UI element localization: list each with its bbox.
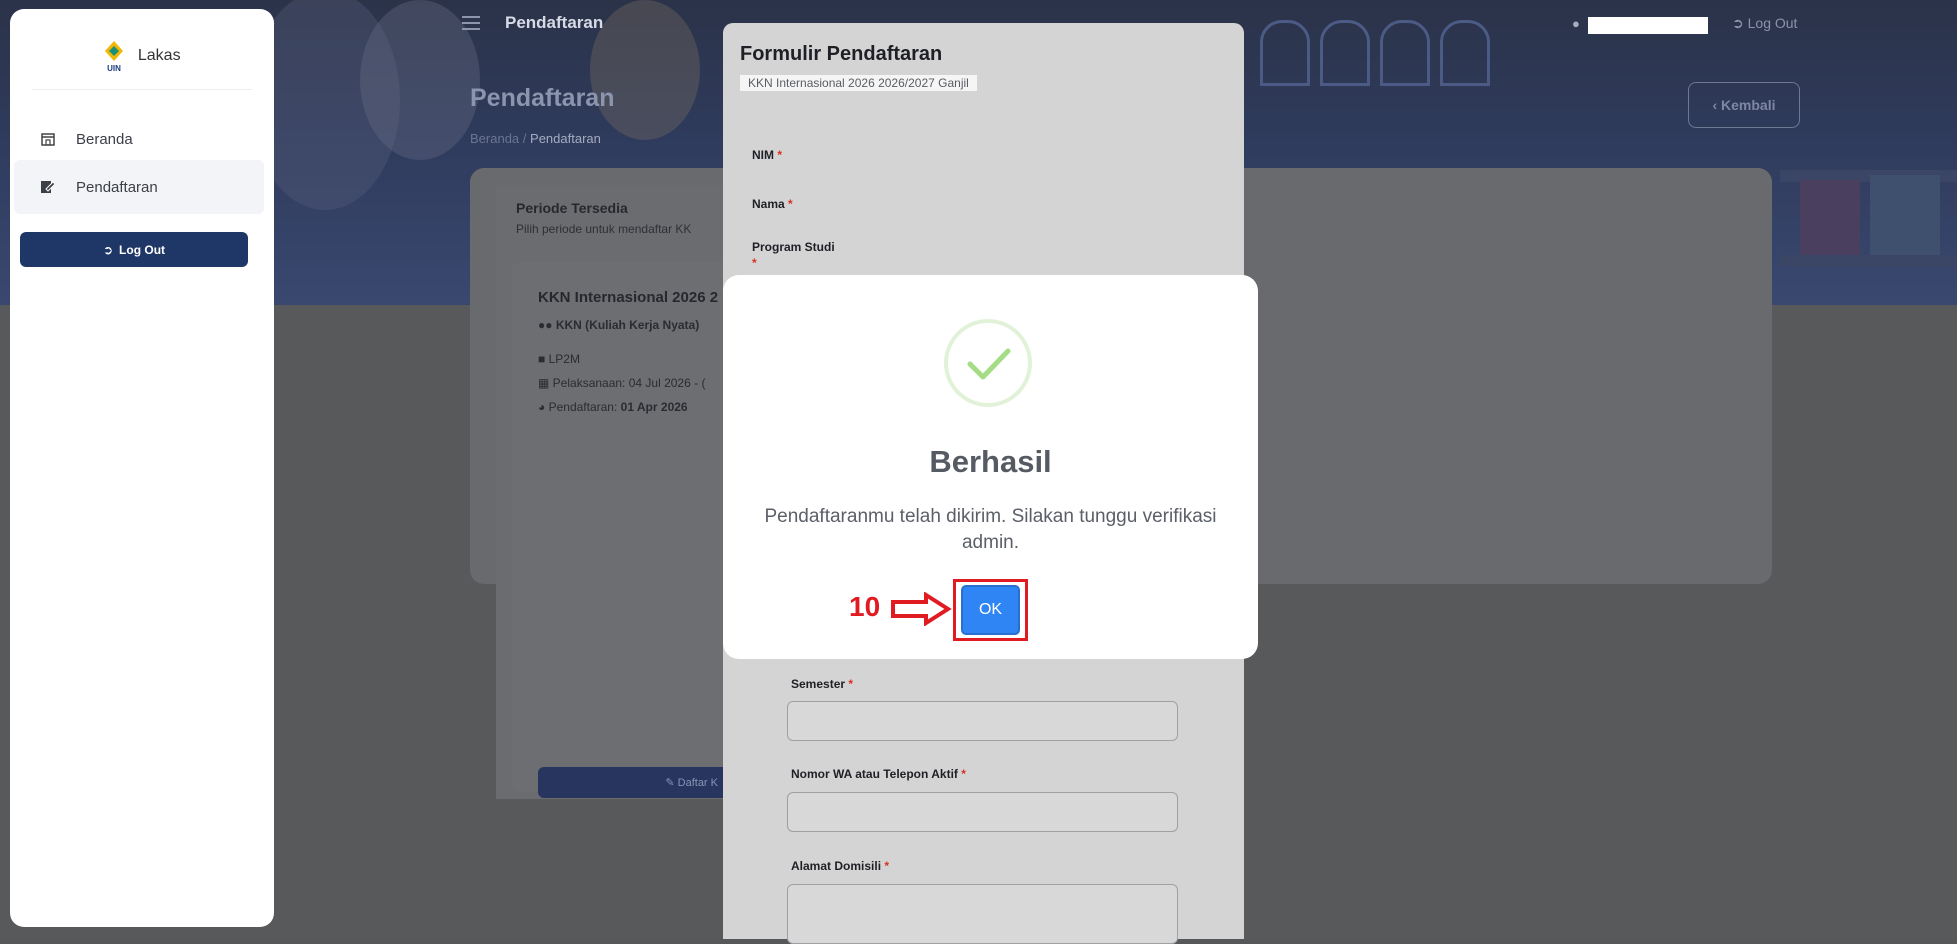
required-mark: * [752, 256, 757, 270]
hero-window-arch [1260, 20, 1310, 86]
kkn-period-item[interactable] [512, 262, 726, 792]
edit-form-icon [38, 177, 58, 197]
nama-label-text: Nama [752, 197, 785, 211]
breadcrumb-home[interactable]: Beranda [470, 131, 519, 146]
kkn-type-label: KKN (Kuliah Kerja Nyata) [555, 318, 700, 332]
kkn-organizer: ■ LP2M [538, 352, 726, 366]
topbar-title: Pendaftaran [505, 13, 604, 32]
logout-icon: ➲ [1732, 15, 1744, 31]
required-mark: * [777, 148, 783, 162]
kkn-execution-label: Pelaksanaan: 04 Jul 2026 - ( [552, 376, 706, 390]
sidebar-divider [32, 89, 252, 90]
kkn-period-name: KKN Internasional 2026 2 [538, 289, 719, 306]
phone-label: Nomor WA atau Telepon Aktif * [791, 767, 966, 781]
form-title: Formulir Pendaftaran [740, 43, 943, 65]
address-label: Alamat Domisili * [791, 859, 889, 873]
success-title: Berhasil [929, 444, 1052, 479]
address-textarea[interactable] [787, 884, 1178, 944]
hero-window-arch [1320, 20, 1370, 86]
hero-shelf [1780, 255, 1957, 267]
semester-label: Semester * [791, 677, 853, 691]
users-icon: ●● [538, 318, 556, 332]
brand[interactable]: UIN Lakas [10, 39, 274, 73]
sidebar-item-beranda[interactable]: Beranda [14, 112, 264, 166]
nim-label-text: NIM [752, 148, 774, 162]
clock-icon: ◕ [538, 400, 549, 414]
semester-label-text: Semester [791, 677, 846, 691]
register-button[interactable]: ✎ Daftar K [538, 767, 726, 798]
hero-illustration-figure [590, 0, 700, 140]
hero-books [1800, 180, 1860, 255]
topbar-logout-link[interactable]: ➲ Log Out [1732, 15, 1797, 32]
hero-window-arch [1380, 20, 1430, 86]
uin-logo-text: UIN [108, 64, 122, 73]
kkn-registration-prefix: Pendaftaran: [548, 400, 621, 414]
required-mark: * [848, 677, 854, 691]
address-label-text: Alamat Domisili [791, 859, 882, 873]
period-title: Periode Tersedia [516, 200, 628, 216]
nim-label: NIM * [752, 148, 782, 162]
page-title: Pendaftaran [470, 84, 615, 112]
nama-label: Nama * [752, 197, 793, 211]
semester-input[interactable] [787, 701, 1178, 741]
form-subtitle: KKN Internasional 2026 2026/2027 Ganjil [740, 75, 977, 91]
user-icon: ● [1572, 16, 1580, 31]
hamburger-menu-icon[interactable] [462, 16, 480, 34]
pencil-icon: ✎ [665, 777, 678, 789]
brand-name: Lakas [137, 47, 181, 64]
annotation-step-number: 10 [849, 591, 881, 622]
success-message: Pendaftaranmu telah dikirim. Silakan tun… [764, 506, 1217, 553]
register-button-label: Daftar K [677, 776, 718, 789]
prodi-label: Program Studi [752, 240, 835, 254]
back-button[interactable]: ‹ Kembali [1688, 82, 1800, 128]
kkn-organizer-label: LP2M [548, 352, 580, 366]
kkn-type: ●● KKN (Kuliah Kerja Nyata) [538, 318, 726, 332]
breadcrumb-current: Pendaftaran [530, 131, 601, 146]
logout-icon: ➲ [102, 242, 114, 257]
kkn-registration-date: ◕ Pendaftaran: 01 Apr 2026 [538, 400, 726, 414]
sidebar-logout-label: Log Out [119, 242, 166, 257]
hero-window-arch [1440, 20, 1490, 86]
sidebar-item-label: Beranda [76, 130, 133, 148]
hero-books [1870, 175, 1940, 255]
sidebar-item-pendaftaran[interactable]: Pendaftaran [14, 160, 264, 214]
success-check-icon [944, 319, 1032, 407]
briefcase-icon: ■ [538, 352, 549, 366]
home-icon [38, 129, 58, 149]
uin-logo-icon: UIN [103, 39, 125, 73]
phone-input[interactable] [787, 792, 1178, 832]
kkn-execution-date: ▦ Pelaksanaan: 04 Jul 2026 - ( [538, 376, 726, 390]
calendar-icon: ▦ [538, 376, 553, 390]
annotation-arrow-icon [890, 591, 952, 631]
kkn-registration-date-value: 01 Apr 2026 [620, 400, 688, 414]
period-subtitle: Pilih periode untuk mendaftar KK [516, 222, 692, 236]
topbar-logout-label: Log Out [1747, 15, 1798, 31]
username-redacted [1588, 17, 1708, 34]
breadcrumb: Beranda / Pendaftaran [470, 131, 601, 146]
phone-label-text: Nomor WA atau Telepon Aktif [791, 767, 958, 781]
required-mark: * [884, 859, 890, 873]
sidebar-logout-button[interactable]: ➲ Log Out [20, 232, 248, 267]
ok-button[interactable]: OK [961, 585, 1020, 635]
required-mark: * [961, 767, 966, 781]
required-mark: * [788, 197, 793, 211]
sidebar-item-label: Pendaftaran [76, 178, 158, 196]
breadcrumb-separator: / [522, 131, 527, 146]
